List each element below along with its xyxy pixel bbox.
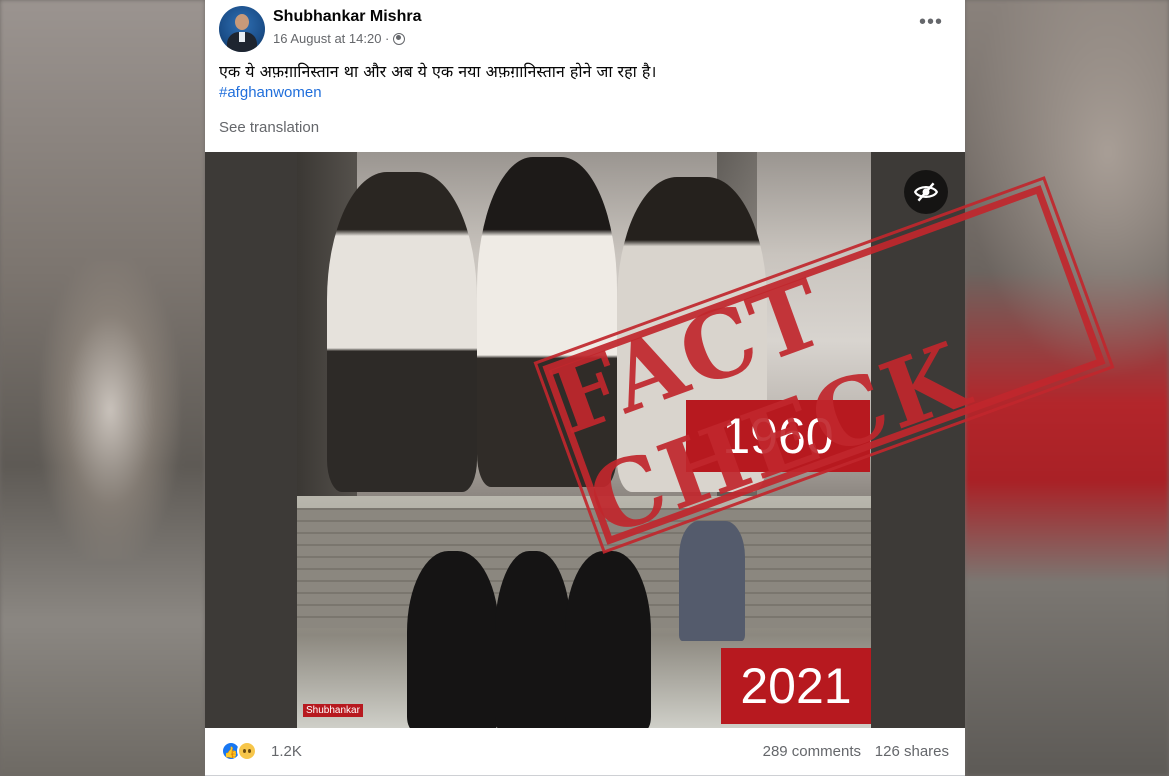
- avatar-head: [235, 14, 249, 30]
- avatar-collar: [239, 32, 245, 42]
- woman-figure: [327, 172, 477, 492]
- post-footer: 👍 1.2K 289 comments 126 shares: [205, 728, 965, 776]
- burqa-figure: [495, 551, 571, 728]
- globe-icon: [393, 32, 406, 45]
- more-options-icon[interactable]: •••: [919, 12, 943, 32]
- post-text: एक ये अफ़ग़ानिस्तान था और अब ये एक नया अ…: [219, 62, 657, 81]
- man-figure: [679, 521, 745, 641]
- see-translation-link[interactable]: See translation: [219, 119, 319, 136]
- burqa-figure: [407, 551, 499, 728]
- sad-reaction-icon[interactable]: [237, 741, 257, 761]
- hashtag-link[interactable]: #afghanwomen: [219, 84, 322, 101]
- eye-slash-glyph: [913, 182, 939, 202]
- background-left-blur: [0, 0, 205, 776]
- avatar[interactable]: [219, 6, 265, 52]
- post-date[interactable]: 16 August at 14:20 ·: [273, 31, 389, 46]
- burqa-figure: [565, 551, 651, 728]
- post-meta: 16 August at 14:20 ·: [273, 31, 406, 46]
- image-watermark: Shubhankar: [303, 704, 363, 717]
- reaction-count[interactable]: 1.2K: [271, 743, 302, 760]
- shares-count[interactable]: 126 shares: [875, 743, 949, 760]
- comments-count[interactable]: 289 comments: [763, 743, 861, 760]
- author-name[interactable]: Shubhankar Mishra: [273, 8, 421, 26]
- year-badge-2021: 2021: [721, 648, 871, 724]
